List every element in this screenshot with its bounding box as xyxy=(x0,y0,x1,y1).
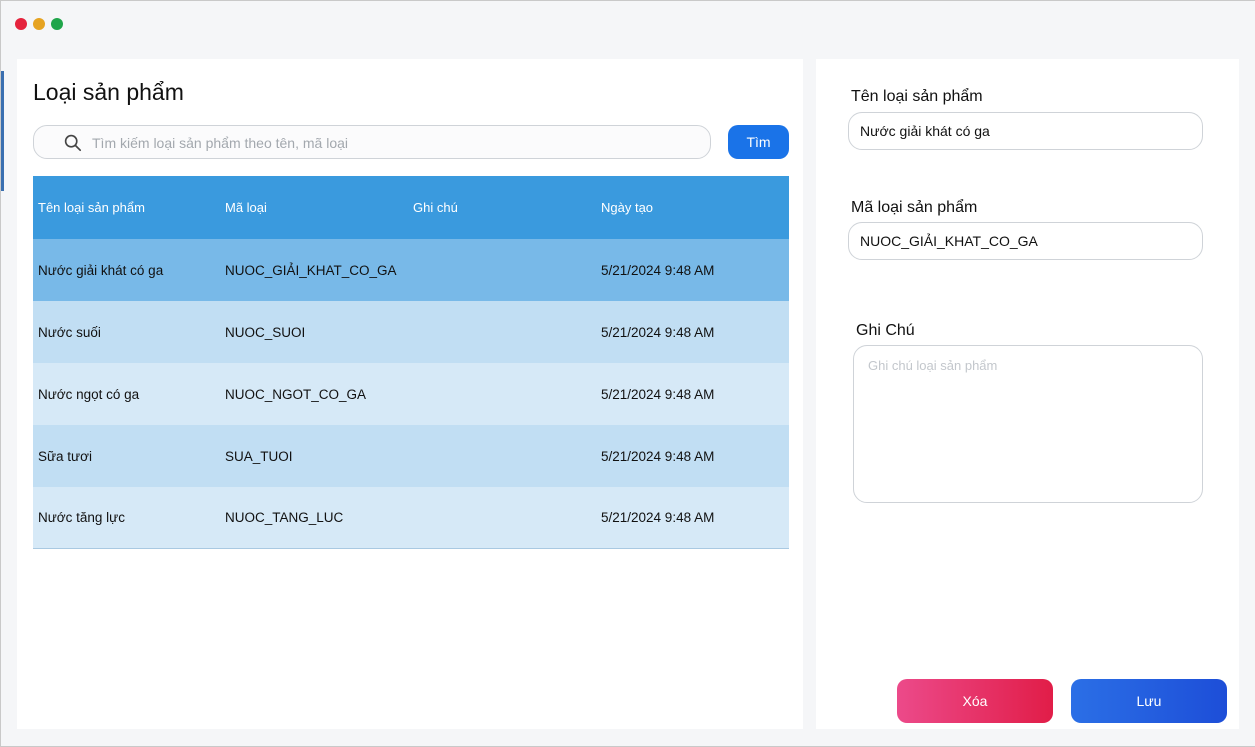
column-header-name[interactable]: Tên loại sản phẩm xyxy=(33,200,223,215)
product-type-form-panel: Tên loại sản phẩm Nước giải khát có ga M… xyxy=(816,59,1239,729)
name-field-label: Tên loại sản phẩm xyxy=(851,88,983,105)
column-header-note[interactable]: Ghi chú xyxy=(411,200,599,215)
code-field[interactable]: NUOC_GIẢI_KHAT_CO_GA xyxy=(848,222,1203,260)
window-edge-accent xyxy=(1,71,4,191)
table-header: Tên loại sản phẩm Mã loại Ghi chú Ngày t… xyxy=(33,176,789,239)
cell-code: NUOC_GIẢI_KHAT_CO_GA xyxy=(225,262,397,278)
cell-name: Nước suối xyxy=(38,324,101,340)
column-header-created-date[interactable]: Ngày tạo xyxy=(599,200,789,215)
table-row[interactable]: Nước ngọt có ga NUOC_NGOT_CO_GA 5/21/202… xyxy=(33,363,789,425)
delete-button[interactable]: Xóa xyxy=(897,679,1053,723)
table-row[interactable]: Nước suối NUOC_SUOI 5/21/2024 9:48 AM xyxy=(33,301,789,363)
cell-code: NUOC_SUOI xyxy=(225,324,306,340)
close-window-button[interactable] xyxy=(15,18,27,30)
cell-created-date: 5/21/2024 9:48 AM xyxy=(601,510,715,525)
table-row-selected[interactable]: Nước giải khát có ga NUOC_GIẢI_KHAT_CO_G… xyxy=(33,239,789,301)
app-window: Loại sản phẩm Tìm Tên loại sản phẩm Mã l… xyxy=(0,0,1255,747)
name-field[interactable]: Nước giải khát có ga xyxy=(848,112,1203,150)
cell-created-date: 5/21/2024 9:48 AM xyxy=(601,386,715,402)
page-title: Loại sản phẩm xyxy=(33,79,184,105)
cell-name: Nước ngọt có ga xyxy=(38,386,140,402)
search-input[interactable] xyxy=(92,133,692,153)
product-type-list-panel: Loại sản phẩm Tìm Tên loại sản phẩm Mã l… xyxy=(17,59,803,729)
cell-created-date: 5/21/2024 9:48 AM xyxy=(601,324,715,340)
note-field-label: Ghi Chú xyxy=(856,322,915,339)
save-button[interactable]: Lưu xyxy=(1071,679,1227,723)
cell-code: NUOC_TANG_LUC xyxy=(225,510,344,525)
cell-name: Sữa tươi xyxy=(38,448,92,464)
search-button[interactable]: Tìm xyxy=(728,125,789,159)
search-icon xyxy=(64,134,82,152)
note-textarea[interactable]: Ghi chú loại sản phẩm xyxy=(853,345,1203,503)
cell-created-date: 5/21/2024 9:48 AM xyxy=(601,448,715,464)
cell-code: SUA_TUOI xyxy=(225,448,293,464)
search-box[interactable] xyxy=(33,125,711,159)
table-row[interactable]: Nước tăng lực NUOC_TANG_LUC 5/21/2024 9:… xyxy=(33,487,789,549)
code-field-label: Mã loại sản phẩm xyxy=(851,199,978,216)
maximize-window-button[interactable] xyxy=(51,18,63,30)
product-type-table: Tên loại sản phẩm Mã loại Ghi chú Ngày t… xyxy=(33,176,789,549)
cell-name: Nước giải khát có ga xyxy=(38,262,164,278)
cell-name: Nước tăng lực xyxy=(38,510,125,525)
cell-code: NUOC_NGOT_CO_GA xyxy=(225,386,367,402)
column-header-code[interactable]: Mã loại xyxy=(223,200,411,215)
window-controls xyxy=(15,18,63,30)
cell-created-date: 5/21/2024 9:48 AM xyxy=(601,262,715,278)
table-row[interactable]: Sữa tươi SUA_TUOI 5/21/2024 9:48 AM xyxy=(33,425,789,487)
minimize-window-button[interactable] xyxy=(33,18,45,30)
